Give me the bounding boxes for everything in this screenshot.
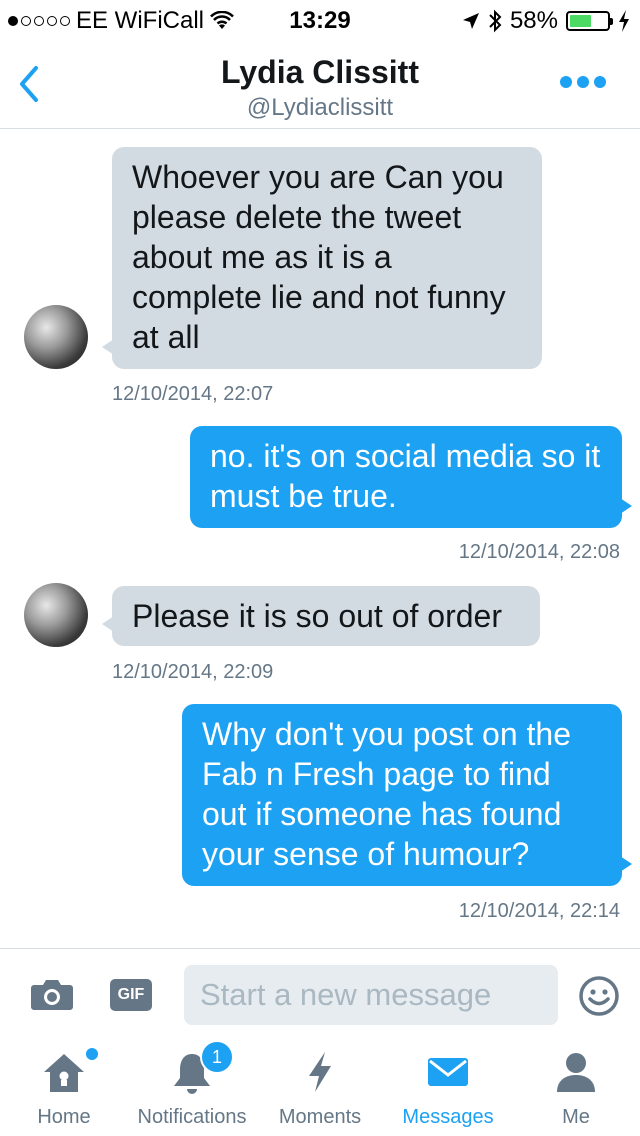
tab-label: Home (37, 1106, 91, 1128)
incoming-message-bubble[interactable]: Whoever you are Can you please delete th… (102, 147, 542, 369)
status-bar: EE WiFiCall 13:29 58% (0, 0, 640, 40)
tab-moments[interactable]: Moments (256, 1038, 384, 1136)
incoming-message-bubble[interactable]: Please it is so out of order (102, 586, 540, 646)
lightning-icon (309, 1052, 331, 1092)
home-icon (44, 1054, 84, 1092)
more-options-icon[interactable] (560, 76, 606, 88)
person-icon (557, 1053, 595, 1092)
outgoing-message-bubble[interactable]: Why don't you post on the Fab n Fresh pa… (182, 704, 632, 886)
conversation-handle: @Lydiaclissitt (246, 94, 394, 121)
outgoing-message-bubble[interactable]: no. it's on social media so it must be t… (190, 426, 632, 528)
message-composer: GIF (0, 948, 640, 1039)
battery-percentage: 58% (509, 7, 558, 34)
message-timestamp: 12/10/2014, 22:07 (112, 383, 274, 405)
message-timestamp: 12/10/2014, 22:08 (458, 541, 620, 563)
bluetooth-icon (489, 9, 502, 33)
conversation-name[interactable]: Lydia Clissitt (0, 54, 640, 91)
tab-label: Me (562, 1106, 590, 1128)
tab-bar: Home 1 Notifications Moments Messages Me (0, 1038, 640, 1136)
status-right-group: 58% (462, 7, 630, 35)
notification-count-badge: 1 (200, 1040, 234, 1074)
tab-messages[interactable]: Messages (384, 1038, 512, 1136)
emoji-icon[interactable] (578, 975, 620, 1017)
message-timestamp: 12/10/2014, 22:09 (112, 661, 274, 683)
tab-notifications[interactable]: 1 Notifications (128, 1038, 256, 1136)
home-new-indicator (84, 1046, 100, 1062)
location-arrow-icon (462, 13, 479, 29)
conversation-header: Lydia Clissitt @Lydiaclissitt (0, 40, 640, 129)
camera-icon[interactable] (30, 977, 74, 1011)
tab-label: Notifications (137, 1106, 247, 1128)
gif-button[interactable]: GIF (110, 979, 152, 1011)
message-input[interactable] (184, 965, 558, 1025)
avatar[interactable] (24, 583, 88, 647)
message-timestamp: 12/10/2014, 22:14 (458, 900, 620, 922)
battery-icon (566, 11, 613, 31)
tab-home[interactable]: Home (0, 1038, 128, 1136)
tab-me[interactable]: Me (512, 1038, 640, 1136)
avatar[interactable] (24, 305, 88, 369)
charging-bolt-icon (619, 10, 629, 32)
envelope-icon (428, 1058, 468, 1086)
tab-label: Messages (402, 1106, 494, 1128)
tab-label: Moments (278, 1106, 362, 1128)
